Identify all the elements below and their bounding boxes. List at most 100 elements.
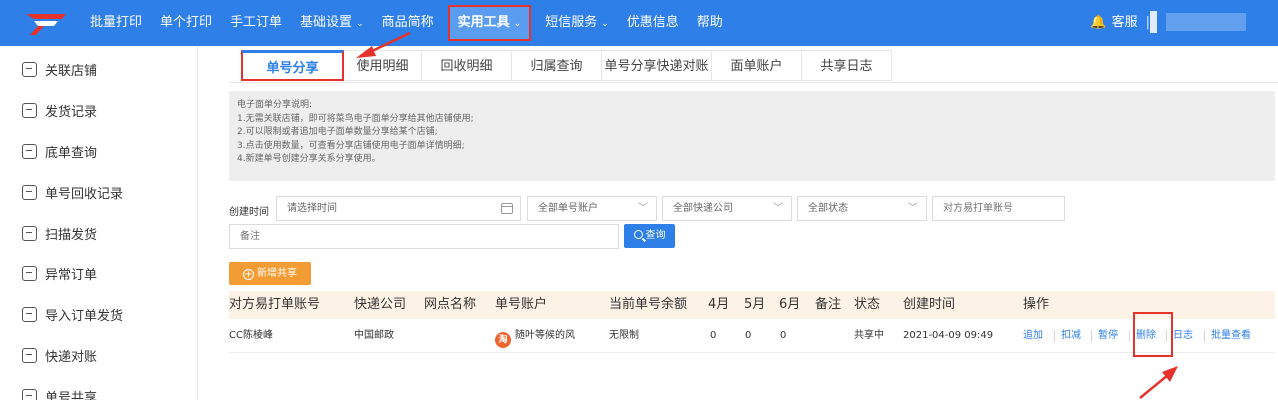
nav-help[interactable]: 帮助 [693, 0, 727, 46]
cell-june[interactable]: 0 [780, 319, 786, 353]
chevron-down-icon: ﹀ [638, 203, 648, 214]
time-range-picker[interactable]: 请选择时间 [276, 196, 521, 221]
search-button[interactable]: 查询 [624, 224, 675, 248]
cell-express: 中国邮政 [354, 330, 394, 341]
sidebar-item-number-share[interactable]: 单号共享 [22, 384, 97, 400]
tab-usage-details[interactable]: 使用明细 [344, 50, 422, 81]
sidebar-item-shipping-records[interactable]: 发货记录 [22, 98, 97, 122]
add-share-label: 新增共享 [257, 268, 297, 279]
status-select[interactable]: 全部状态 ﹀ [797, 196, 927, 221]
customer-service-link[interactable]: 🔔 客服 | [1090, 0, 1158, 46]
express-select-value: 全部快递公司 [673, 203, 733, 214]
brand-logo[interactable] [20, 10, 70, 36]
nav-batch-print[interactable]: 批量打印 [86, 0, 146, 46]
col-express: 快递公司 [354, 297, 407, 312]
deduct-link[interactable]: 扣减 [1061, 319, 1081, 353]
sidebar-item-label: 发货记录 [45, 104, 98, 120]
tab-number-share[interactable]: 单号分享 [241, 50, 344, 81]
tab-ownership-query[interactable]: 归属查询 [512, 50, 602, 81]
notice-line: 3.点击使用数量，可查看分享店铺使用电子面单详情明细; [237, 140, 465, 151]
nav-label: 帮助 [696, 15, 723, 30]
cell-april[interactable]: 0 [710, 319, 716, 353]
cell-status: 共享中 [854, 330, 884, 341]
tab-recycle-details[interactable]: 回收明细 [422, 50, 512, 81]
nav-single-print[interactable]: 单个打印 [156, 0, 216, 46]
nav-basic-settings[interactable]: 基础设置 ⌄ [296, 0, 368, 46]
created-time-label: 创建时间 [229, 207, 269, 218]
cell-may[interactable]: 0 [745, 319, 751, 353]
user-account-redacted[interactable] [1150, 11, 1246, 33]
nav-utility-tools[interactable]: 实用工具 ⌄ [447, 5, 532, 41]
chevron-down-icon: ﹀ [773, 203, 783, 214]
notice-line: 2.可以限制或者追加电子面单数量分享给某个店铺; [237, 127, 438, 137]
batch-view-link[interactable]: 批量查看 [1211, 319, 1251, 353]
nav-promotions[interactable]: 优惠信息 [623, 0, 683, 46]
chevron-down-icon: ⌄ [601, 19, 609, 29]
table-row: CC陈棱峰 中国邮政 淘随叶等候的风 无限制 0 0 0 共享中 2021-04… [229, 319, 1275, 353]
col-branch: 网点名称 [424, 297, 477, 312]
partner-account-input[interactable] [932, 196, 1065, 221]
sidebar-item-express-reconcile[interactable]: 快递对账 [22, 343, 97, 367]
sidebar-item-waybill-query[interactable]: 底单查询 [22, 139, 97, 163]
sidebar-item-label: 单号共享 [45, 390, 98, 400]
divider [1054, 330, 1055, 342]
sidebar-item-label: 单号回收记录 [45, 186, 124, 202]
col-created: 创建时间 [903, 297, 956, 312]
chevron-down-icon: ⌄ [513, 19, 522, 29]
tab-waybill-account[interactable]: 面单账户 [712, 50, 802, 81]
tab-divider [229, 82, 1278, 83]
sidebar-item-label: 快递对账 [45, 349, 98, 365]
cell-balance: 无限制 [609, 330, 639, 341]
notice-line: 4.新建单号创建分享关系分享使用。 [237, 154, 381, 164]
sidebar-item-label: 扫描发货 [45, 227, 98, 243]
customer-service-label: 客服 [1111, 15, 1138, 30]
express-select[interactable]: 全部快递公司 ﹀ [662, 196, 792, 221]
main-nav: 批量打印 单个打印 手工订单 基础设置 ⌄ 商品简称 实用工具 ⌄ 短信服务 ⌄ 优惠… [86, 0, 737, 46]
document-icon [22, 143, 37, 159]
nav-label: 基础设置 [300, 15, 353, 30]
nav-sms-service[interactable]: 短信服务 ⌄ [541, 0, 613, 46]
sidebar-item-label: 关联店铺 [45, 63, 98, 79]
pause-link[interactable]: 暂停 [1098, 319, 1118, 353]
nav-label: 实用工具 [457, 15, 510, 30]
divider [1091, 330, 1092, 342]
nav-product-alias[interactable]: 商品简称 [378, 0, 438, 46]
share-icon [22, 388, 37, 400]
import-icon [22, 306, 37, 322]
log-link[interactable]: 日志 [1173, 319, 1193, 353]
sidebar-item-scan-ship[interactable]: 扫描发货 [22, 221, 97, 245]
sidebar-item-recycle-records[interactable]: 单号回收记录 [22, 180, 123, 204]
nav-label: 单个打印 [160, 15, 213, 30]
chevron-down-icon: ﹀ [908, 203, 918, 214]
col-operations: 操作 [1023, 297, 1050, 312]
append-link[interactable]: 追加 [1023, 319, 1043, 353]
nav-label: 短信服务 [545, 15, 598, 30]
log-highlight-box [1133, 312, 1173, 357]
account-select[interactable]: 全部单号账户 ﹀ [527, 196, 657, 221]
table-header: 对方易打单账号 快递公司 网点名称 单号账户 当前单号余额 4月 5月 6月 备… [229, 291, 1275, 319]
sidebar-item-label: 异常订单 [45, 267, 98, 283]
cell-partner-account: CC陈棱峰 [229, 330, 273, 341]
add-share-button[interactable]: + 新增共享 [229, 262, 311, 285]
time-placeholder: 请选择时间 [287, 203, 337, 214]
sidebar-item-abnormal-orders[interactable]: 异常订单 [22, 261, 97, 285]
tab-share-log[interactable]: 共享日志 [802, 50, 892, 81]
recycle-icon [22, 184, 37, 200]
divider [1204, 330, 1205, 342]
sidebar: 关联店铺 发货记录 底单查询 单号回收记录 扫描发货 异常订单 导入订单发货 快… [0, 46, 198, 400]
nav-label: 批量打印 [90, 15, 143, 30]
tab-share-reconcile[interactable]: 单号分享快递对账 [602, 50, 712, 81]
plus-circle-icon: + [243, 269, 254, 280]
nav-manual-order[interactable]: 手工订单 [226, 0, 286, 46]
top-navigation-bar: 批量打印 单个打印 手工订单 基础设置 ⌄ 商品简称 实用工具 ⌄ 短信服务 ⌄ 优惠… [0, 0, 1278, 46]
scan-icon [22, 225, 37, 241]
col-remark: 备注 [815, 297, 842, 312]
col-account: 单号账户 [495, 297, 548, 312]
col-april: 4月 [708, 297, 730, 312]
status-select-value: 全部状态 [808, 203, 848, 214]
remark-input[interactable] [229, 224, 619, 249]
calendar-icon [501, 203, 513, 214]
col-partner-account: 对方易打单账号 [229, 297, 321, 312]
sidebar-item-linked-shops[interactable]: 关联店铺 [22, 57, 97, 81]
sidebar-item-import-orders[interactable]: 导入订单发货 [22, 302, 123, 326]
